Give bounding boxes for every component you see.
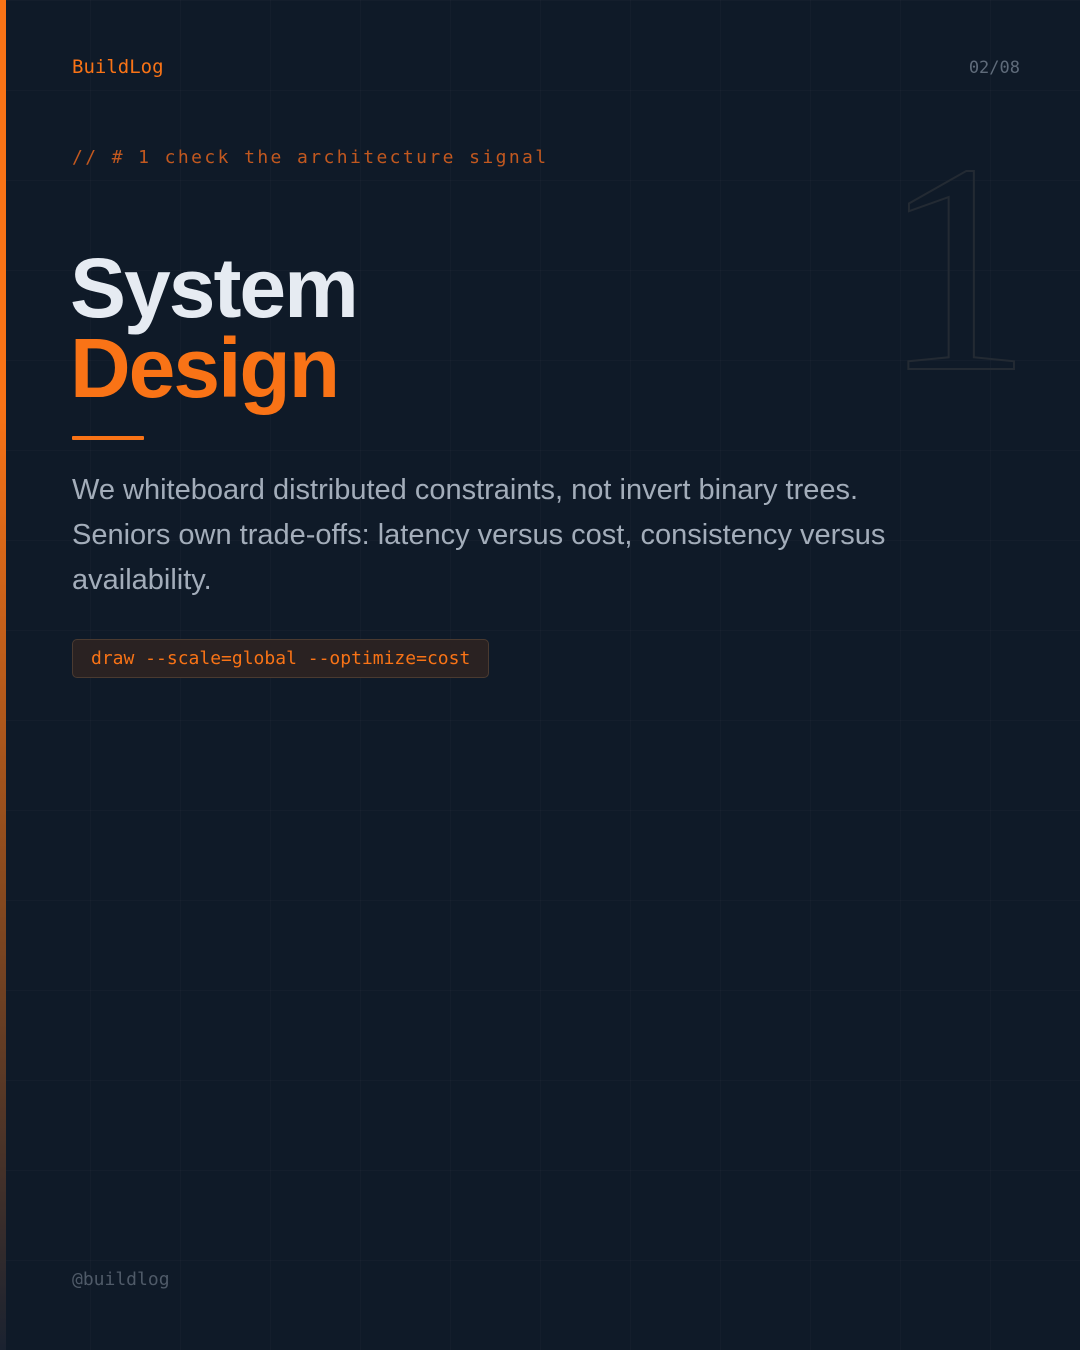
brand-name: BuildLog xyxy=(72,56,164,78)
title-line-1: System xyxy=(70,241,359,335)
page-title: System Design xyxy=(70,241,359,415)
accent-bar xyxy=(0,0,6,1350)
background-number: 1 xyxy=(881,102,1033,434)
command-text: draw --scale=global --optimize=cost xyxy=(91,648,471,669)
command-chip: draw --scale=global --optimize=cost xyxy=(72,639,490,678)
body-paragraph: We whiteboard distributed constraints, n… xyxy=(72,474,886,596)
page-indicator: 02/08 xyxy=(968,58,1020,78)
title-line-2: Design xyxy=(70,321,340,415)
section-kicker: // # 1 check the architecture signal xyxy=(72,147,549,168)
social-handle: @buildlog xyxy=(72,1269,170,1290)
title-divider xyxy=(72,436,144,440)
